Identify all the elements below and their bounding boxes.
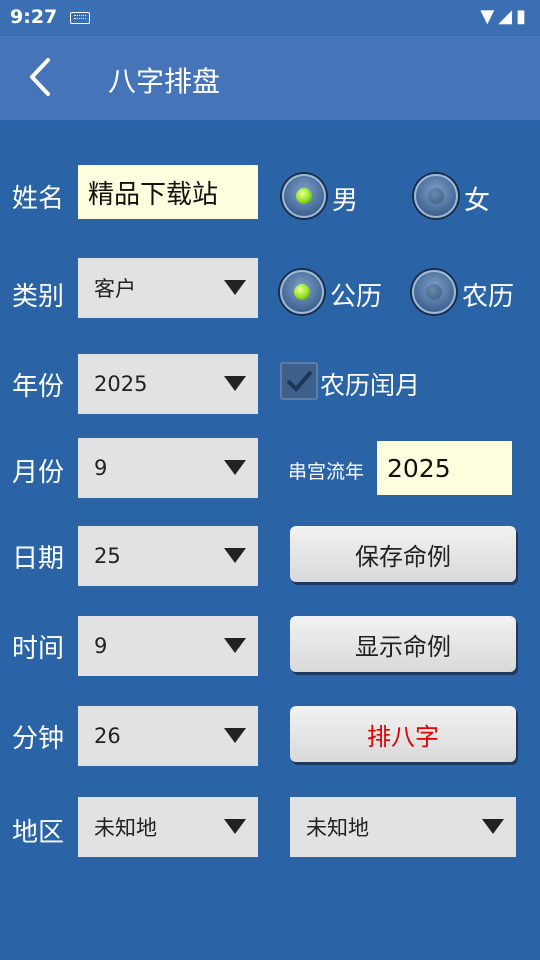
page-title: 八字排盘: [108, 65, 221, 98]
dropdown-arrow-icon: [224, 819, 246, 834]
signal-icon: ◢: [498, 6, 517, 27]
leap-month-checkbox[interactable]: [280, 362, 318, 400]
status-bar: 9:27 ▼◢▮: [0, 0, 540, 36]
year-value: 2025: [94, 372, 148, 396]
save-case-button[interactable]: 保存命例: [290, 526, 516, 582]
solar-radio[interactable]: [280, 270, 324, 314]
dropdown-arrow-icon: [224, 638, 246, 653]
solar-label: 公历: [330, 282, 383, 312]
save-case-label: 保存命例: [355, 542, 451, 571]
radio-selected-dot: [294, 284, 310, 300]
checkmark-icon: [286, 370, 313, 392]
month-label: 月份: [12, 458, 65, 488]
lunar-label: 农历: [462, 282, 515, 312]
region-value-secondary: 未知地: [306, 816, 369, 840]
keyboard-icon: [70, 12, 90, 24]
hour-value: 9: [94, 634, 108, 658]
day-value: 25: [94, 544, 121, 568]
region-select-primary[interactable]: 未知地: [78, 797, 258, 857]
status-icons: ▼◢▮: [480, 6, 530, 27]
battery-icon: ▮: [516, 6, 530, 27]
year-label: 年份: [12, 372, 65, 402]
calculate-bazi-label: 排八字: [367, 722, 439, 751]
chevron-left-icon: [30, 58, 50, 96]
region-select-secondary[interactable]: 未知地: [290, 797, 516, 857]
category-label: 类别: [12, 282, 65, 312]
palace-year-input[interactable]: 2025: [377, 441, 512, 495]
hour-select[interactable]: 9: [78, 616, 258, 676]
dropdown-arrow-icon: [224, 376, 246, 391]
dropdown-arrow-icon: [482, 819, 504, 834]
name-label: 姓名: [12, 184, 65, 214]
region-value-primary: 未知地: [94, 816, 157, 840]
leap-month-label: 农历闰月: [320, 371, 421, 400]
status-time: 9:27: [10, 6, 58, 28]
dropdown-arrow-icon: [224, 728, 246, 743]
day-select[interactable]: 25: [78, 526, 258, 586]
show-case-label: 显示命例: [355, 632, 451, 661]
female-radio[interactable]: [414, 174, 458, 218]
palace-year-value: 2025: [387, 453, 451, 483]
male-label: 男: [332, 186, 359, 216]
dropdown-arrow-icon: [224, 548, 246, 563]
palace-year-label: 串宫流年: [288, 461, 365, 483]
category-select[interactable]: 客户: [78, 258, 258, 318]
calculate-bazi-button[interactable]: 排八字: [290, 706, 516, 762]
show-case-button[interactable]: 显示命例: [290, 616, 516, 672]
radio-selected-dot: [296, 188, 312, 204]
radio-unselected-dot: [428, 188, 444, 204]
wifi-icon: ▼: [480, 6, 499, 27]
dropdown-arrow-icon: [224, 280, 246, 295]
female-label: 女: [464, 186, 491, 216]
minute-select[interactable]: 26: [78, 706, 258, 766]
male-radio[interactable]: [282, 174, 326, 218]
month-value: 9: [94, 456, 108, 480]
name-value: 精品下载站: [88, 179, 219, 210]
category-value: 客户: [94, 277, 136, 301]
lunar-radio[interactable]: [412, 270, 456, 314]
year-select[interactable]: 2025: [78, 354, 258, 414]
minute-label: 分钟: [12, 724, 65, 754]
name-input[interactable]: 精品下载站: [78, 165, 258, 219]
region-label: 地区: [12, 818, 65, 848]
app-bar: 八字排盘: [0, 36, 540, 120]
back-button[interactable]: [22, 48, 70, 106]
radio-unselected-dot: [426, 284, 442, 300]
month-select[interactable]: 9: [78, 438, 258, 498]
day-label: 日期: [12, 544, 65, 574]
dropdown-arrow-icon: [224, 460, 246, 475]
minute-value: 26: [94, 724, 121, 748]
hour-label: 时间: [12, 634, 65, 664]
